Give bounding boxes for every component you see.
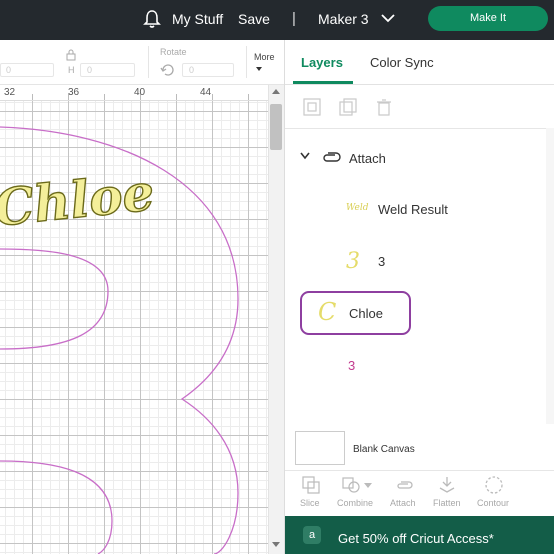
layer-actions-bar bbox=[285, 470, 554, 515]
ruler-tick bbox=[176, 94, 177, 100]
cricut-access-logo-icon: a bbox=[303, 526, 321, 544]
layers-list-scrollbar[interactable] bbox=[546, 128, 554, 424]
ruler-tick bbox=[104, 94, 105, 100]
layer-weld-result[interactable]: Weld Result bbox=[378, 202, 448, 217]
ruler-tick bbox=[212, 94, 213, 100]
ruler-label: 40 bbox=[134, 87, 146, 98]
attach-button[interactable]: Attach bbox=[390, 498, 416, 508]
horizontal-ruler: 32 36 40 44 bbox=[0, 85, 268, 101]
slice-icon[interactable] bbox=[301, 475, 321, 495]
group-icon[interactable] bbox=[302, 97, 322, 117]
make-it-button[interactable]: Make It bbox=[428, 6, 548, 31]
layer-thumbnail: Weld bbox=[346, 203, 369, 213]
promo-text[interactable]: Get 50% off Cricut Access* bbox=[338, 531, 494, 546]
machine-selector[interactable]: Maker 3 bbox=[318, 11, 369, 27]
scroll-up-arrow-icon[interactable] bbox=[272, 89, 280, 94]
design-canvas[interactable]: Chloe bbox=[0, 101, 268, 554]
rotate-value: 0 bbox=[189, 65, 195, 75]
toolbar-divider bbox=[148, 46, 149, 78]
bell-icon[interactable] bbox=[143, 9, 161, 29]
layer-chloe[interactable]: Chloe bbox=[349, 306, 383, 321]
attach-action-icon[interactable] bbox=[394, 475, 414, 495]
combine-caret-icon[interactable] bbox=[364, 483, 372, 488]
scroll-down-arrow-icon[interactable] bbox=[272, 542, 280, 547]
rotate-label: Rotate bbox=[160, 47, 187, 57]
slice-button[interactable]: Slice bbox=[300, 498, 320, 508]
contour-button[interactable]: Contour bbox=[477, 498, 509, 508]
height-value: 0 bbox=[87, 65, 93, 75]
chevron-down-icon[interactable] bbox=[300, 152, 310, 160]
rotate-icon[interactable] bbox=[160, 62, 176, 78]
layer-thumbnail: C bbox=[318, 298, 337, 326]
layers-list bbox=[285, 128, 546, 424]
height-label: H bbox=[68, 65, 75, 75]
layer-3-yellow[interactable]: 3 bbox=[378, 254, 385, 269]
contour-icon[interactable] bbox=[484, 475, 504, 495]
tab-layers[interactable]: Layers bbox=[301, 55, 343, 70]
top-bar: My Stuff Save | Maker 3 Make It bbox=[0, 0, 554, 40]
ruler-label: 44 bbox=[200, 87, 212, 98]
ruler-tick bbox=[32, 94, 33, 100]
ruler-label: 36 bbox=[68, 87, 80, 98]
canvas-vertical-scrollbar[interactable] bbox=[268, 85, 284, 554]
combine-button[interactable]: Combine bbox=[337, 498, 373, 508]
number-3-inner-top[interactable] bbox=[0, 248, 109, 350]
layer-group-attach[interactable]: Attach bbox=[349, 151, 386, 166]
delete-icon[interactable] bbox=[374, 97, 394, 117]
blank-canvas-swatch[interactable] bbox=[295, 431, 345, 465]
lock-icon[interactable] bbox=[66, 49, 76, 61]
caret-down-icon[interactable] bbox=[256, 67, 262, 71]
layer-3-pink[interactable]: 3 bbox=[348, 358, 355, 373]
width-value: 0 bbox=[6, 65, 12, 75]
toolbar-divider bbox=[246, 46, 247, 78]
more-menu[interactable]: More bbox=[254, 52, 275, 62]
ruler-tick bbox=[248, 94, 249, 100]
blank-canvas-label: Blank Canvas bbox=[353, 444, 415, 455]
chloe-text-layer[interactable]: Chloe bbox=[0, 162, 158, 239]
flatten-button[interactable]: Flatten bbox=[433, 498, 461, 508]
number-3-inner-bottom[interactable] bbox=[0, 460, 113, 554]
scrollbar-thumb[interactable] bbox=[270, 104, 282, 150]
layer-thumbnail: 3 bbox=[346, 249, 360, 274]
save-button[interactable]: Save bbox=[238, 11, 270, 27]
chevron-down-icon[interactable] bbox=[381, 13, 395, 23]
attach-icon bbox=[323, 152, 341, 162]
combine-icon[interactable] bbox=[341, 475, 361, 495]
duplicate-icon[interactable] bbox=[338, 97, 358, 117]
ruler-label: 32 bbox=[4, 87, 16, 98]
header-separator: | bbox=[292, 10, 296, 27]
tab-color-sync[interactable]: Color Sync bbox=[370, 55, 434, 70]
my-stuff-link[interactable]: My Stuff bbox=[172, 11, 223, 27]
panel-divider bbox=[285, 84, 554, 85]
flatten-icon[interactable] bbox=[437, 475, 457, 495]
